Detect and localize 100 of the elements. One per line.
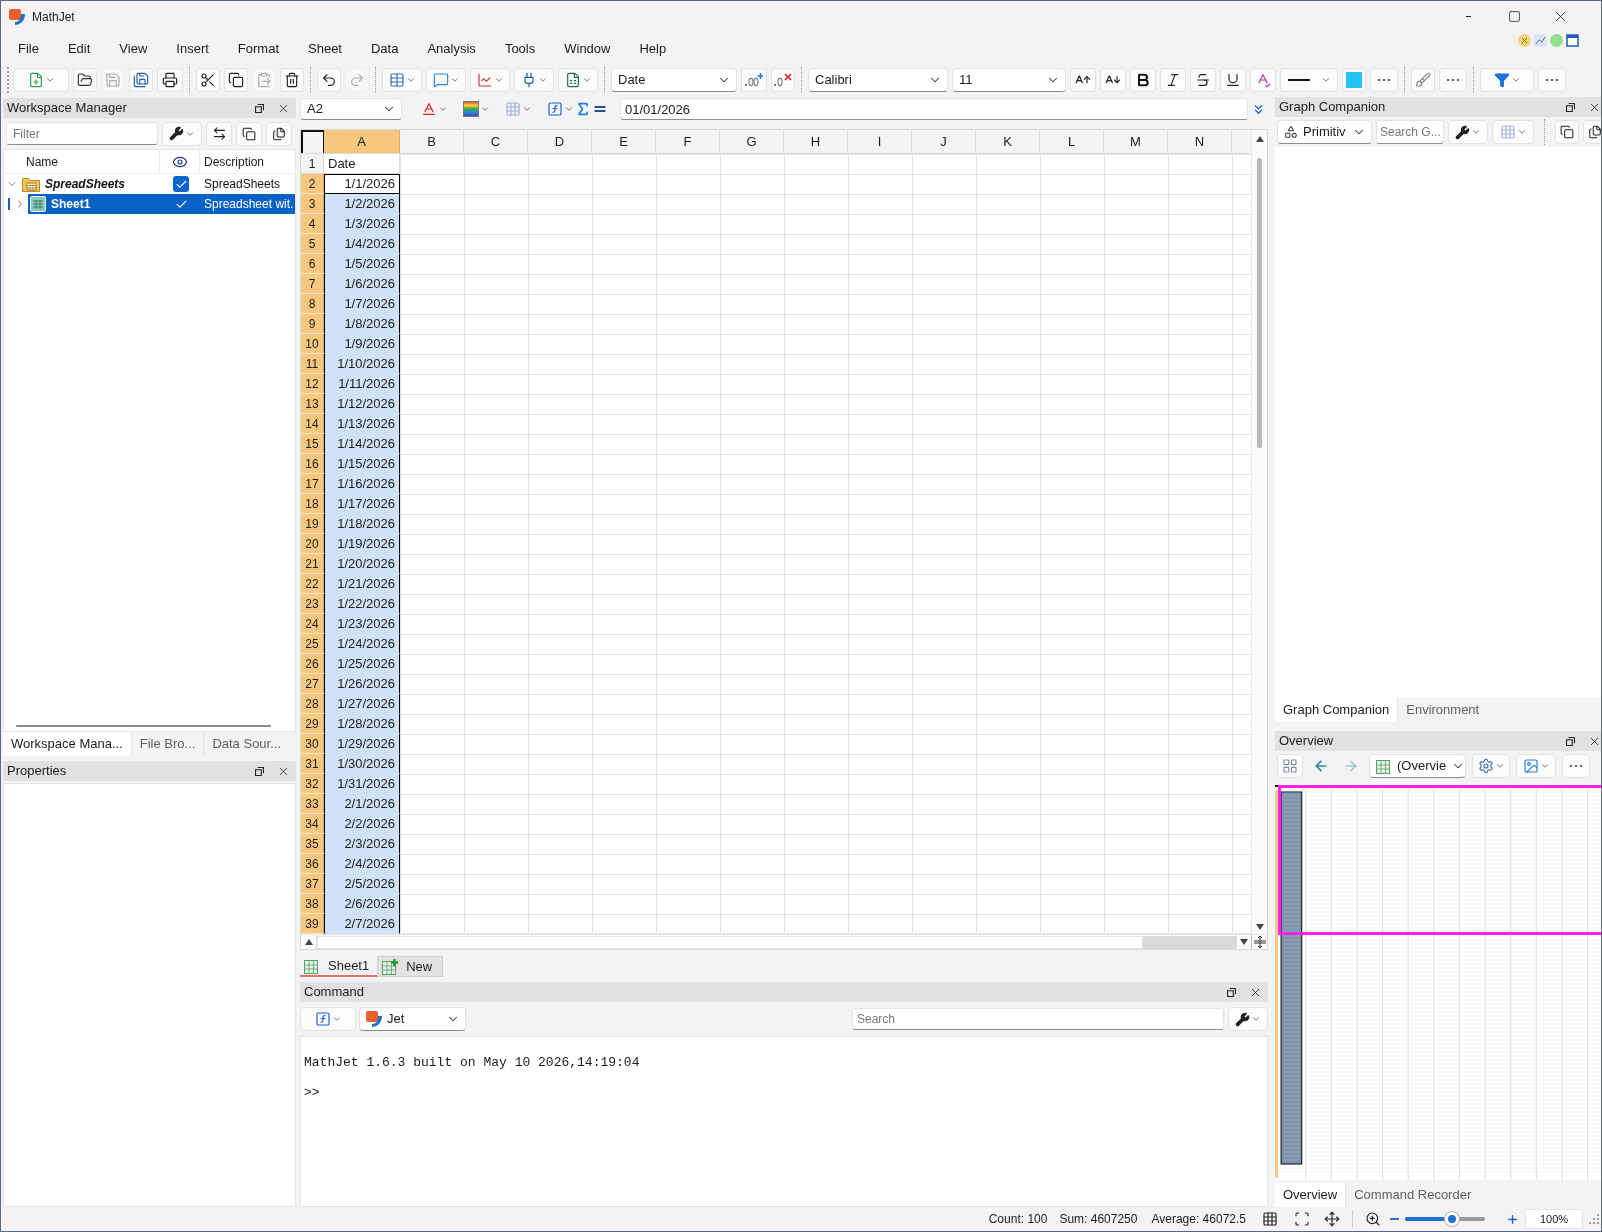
menu-item[interactable]: Data <box>371 39 399 58</box>
chart-button[interactable] <box>470 67 510 92</box>
menu-item[interactable]: Sheet <box>308 39 342 58</box>
sheet-minimap[interactable] <box>1275 784 1601 1180</box>
column-header[interactable]: Name <box>26 152 58 171</box>
dock-tab[interactable]: Overview <box>1275 1183 1346 1207</box>
filter-field[interactable]: Filter <box>6 122 158 145</box>
row-header[interactable]: 38 <box>301 894 324 914</box>
decrease-decimal-button[interactable] <box>771 67 795 92</box>
row-header[interactable]: 29 <box>301 714 324 734</box>
cell-name-box[interactable]: A2 <box>300 98 402 120</box>
vertical-scrollbar[interactable] <box>1251 130 1267 934</box>
float-button[interactable] <box>1563 734 1577 748</box>
wrench-button[interactable] <box>1228 1007 1268 1031</box>
row-header[interactable]: 23 <box>301 594 324 614</box>
row-header[interactable]: 18 <box>301 494 324 514</box>
row-header[interactable]: 9 <box>301 314 324 334</box>
sheet-tab[interactable]: New <box>377 956 444 977</box>
row-header[interactable]: 37 <box>301 874 324 894</box>
menu-item[interactable]: File <box>18 39 39 58</box>
bold-button[interactable] <box>1130 67 1156 92</box>
overview-dropdown[interactable]: (Overvie <box>1369 754 1466 778</box>
row-header[interactable]: 32 <box>301 774 324 794</box>
row-header[interactable]: 8 <box>301 294 324 314</box>
underline-button[interactable] <box>1220 67 1246 92</box>
zoom-level-field[interactable]: 100% <box>1525 1209 1583 1229</box>
float-button[interactable] <box>1224 985 1238 999</box>
row-header[interactable]: 20 <box>301 534 324 554</box>
row-header[interactable]: 16 <box>301 454 324 474</box>
column-header[interactable]: A <box>324 130 400 153</box>
row-header[interactable]: 1 <box>301 154 324 174</box>
swap-button[interactable] <box>206 121 232 146</box>
row-header[interactable]: 31 <box>301 754 324 774</box>
formula-input[interactable]: 01/01/2026 <box>620 98 1248 120</box>
cell-grid[interactable] <box>400 154 1251 934</box>
filter-button[interactable] <box>1480 67 1534 92</box>
visibility-checkbox[interactable] <box>173 176 189 192</box>
menu-item[interactable]: Window <box>564 39 611 58</box>
horizontal-scrollbar[interactable] <box>16 725 271 727</box>
search-field[interactable]: Search <box>852 1008 1224 1030</box>
row-header[interactable]: 12 <box>301 374 324 394</box>
print-button[interactable] <box>157 67 183 92</box>
row-header[interactable]: 6 <box>301 254 324 274</box>
frame-button[interactable] <box>1292 1209 1312 1229</box>
move-button[interactable] <box>1322 1209 1342 1229</box>
row-header[interactable]: 21 <box>301 554 324 574</box>
shrink-font-button[interactable] <box>1100 67 1126 92</box>
cut-button[interactable] <box>196 67 220 92</box>
clear-format-button[interactable] <box>1411 67 1435 92</box>
row-header[interactable]: 27 <box>301 674 324 694</box>
wrench-button[interactable] <box>162 121 202 146</box>
menu-item[interactable]: View <box>119 39 148 58</box>
menu-item[interactable]: Analysis <box>427 39 476 58</box>
slider-thumb[interactable] <box>1445 1212 1459 1226</box>
float-button[interactable] <box>1563 100 1577 114</box>
image-button[interactable] <box>1516 754 1556 778</box>
row-header[interactable]: 11 <box>301 354 324 374</box>
tree-row[interactable]: Sheet1 Spreadsheet wit. <box>28 194 295 214</box>
save-all-button[interactable] <box>129 67 153 92</box>
row-header[interactable]: 24 <box>301 614 324 634</box>
primitive-dropdown[interactable]: Primitiv <box>1277 120 1372 144</box>
row-header[interactable]: 5 <box>301 234 324 254</box>
menu-item[interactable]: Help <box>639 39 667 58</box>
table-button[interactable] <box>382 67 422 92</box>
split-button[interactable] <box>1251 935 1267 949</box>
row-header[interactable]: 7 <box>301 274 324 294</box>
window-button[interactable] <box>1555 120 1579 144</box>
row-header[interactable]: 2 <box>301 174 324 194</box>
font-size-dropdown[interactable]: 11 <box>952 67 1066 92</box>
font-dropdown[interactable]: Calibri <box>808 67 948 92</box>
row-header[interactable]: 33 <box>301 794 324 814</box>
menu-item[interactable]: Tools <box>504 39 536 58</box>
menu-item[interactable]: Edit <box>67 39 91 58</box>
plugin-button[interactable] <box>514 67 554 92</box>
strikethrough-button[interactable] <box>1190 67 1216 92</box>
float-button[interactable] <box>252 101 266 115</box>
row-header[interactable]: 4 <box>301 214 324 234</box>
column-header[interactable]: Description <box>204 154 265 169</box>
tiles-button[interactable] <box>1277 754 1303 778</box>
line-style-button[interactable] <box>1280 67 1338 92</box>
settings-button[interactable] <box>1472 754 1510 778</box>
row-header[interactable]: 19 <box>301 514 324 534</box>
row-header[interactable]: 36 <box>301 854 324 874</box>
console-panel[interactable]: MathJet 1.6.3 built on May 10 2026,14:19:04 >> <box>300 1036 1268 1207</box>
row-header[interactable]: 34 <box>301 814 324 834</box>
wrench-button[interactable] <box>1448 120 1488 144</box>
copy-button[interactable] <box>224 67 248 92</box>
dock-tab[interactable]: Workspace Mana... <box>3 732 131 756</box>
formula-sheet-button[interactable] <box>558 67 598 92</box>
duplicate-button[interactable] <box>1583 120 1601 144</box>
scrollbar-thumb[interactable] <box>1257 158 1262 448</box>
comment-button[interactable] <box>426 67 466 92</box>
duplicate-button[interactable] <box>266 121 292 146</box>
fill-color-button[interactable] <box>1342 67 1366 92</box>
interpreter-dropdown[interactable]: Jet <box>359 1007 466 1031</box>
window-button[interactable] <box>236 121 262 146</box>
select-all-corner[interactable] <box>301 130 324 153</box>
dock-tab[interactable]: Graph Companion <box>1275 698 1398 722</box>
delete-button[interactable] <box>280 67 304 92</box>
row-header[interactable]: 22 <box>301 574 324 594</box>
